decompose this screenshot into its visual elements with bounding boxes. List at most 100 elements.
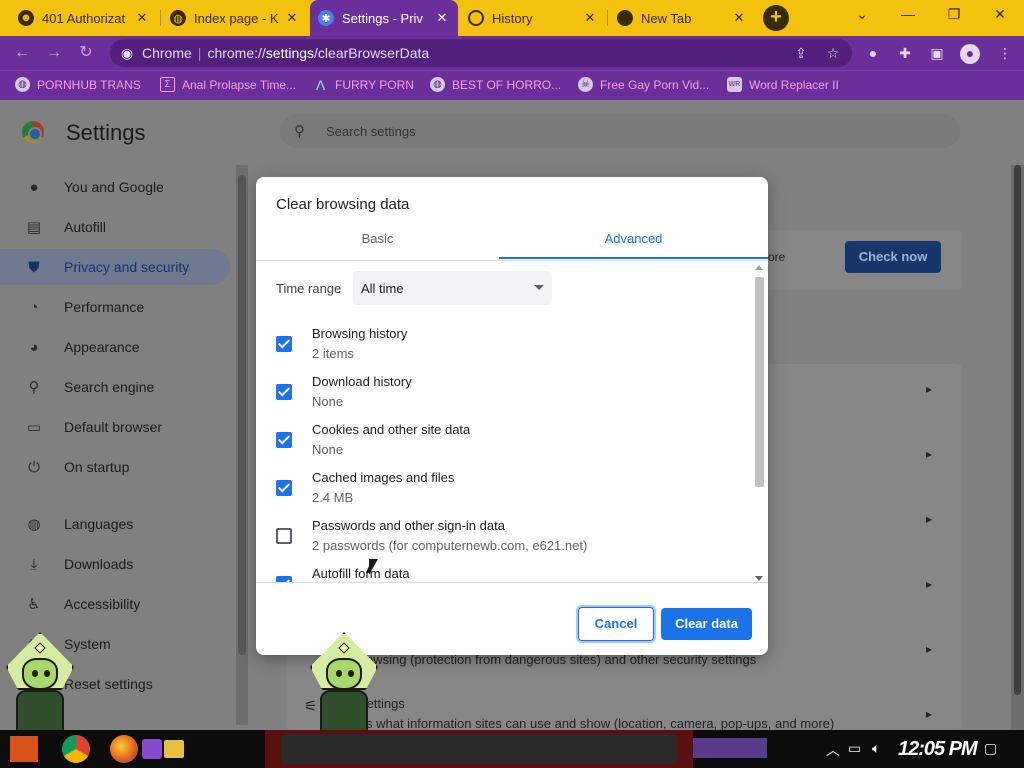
checkbox[interactable] [276, 336, 292, 352]
tab-401[interactable]: ☻ 401 Authorizat ✕ [10, 4, 158, 32]
clear-data-button[interactable]: Clear data [661, 608, 752, 640]
close-icon[interactable]: ✕ [731, 10, 747, 26]
scrollbar-thumb[interactable] [755, 277, 764, 487]
time-range-select[interactable]: All time [353, 271, 552, 305]
maximize-button[interactable]: ❐ [934, 6, 974, 23]
bookmark-star-icon[interactable]: ☆ [824, 44, 842, 62]
media-icon[interactable] [142, 739, 162, 759]
firefox-icon[interactable] [110, 735, 138, 763]
puzzle-icon[interactable]: ✚ [896, 44, 914, 62]
tab-settings[interactable]: ✱ Settings - Priv ✕ [310, 0, 458, 36]
sidebar-item-label: You and Google [64, 179, 164, 195]
side-panel-icon[interactable]: ▣ [928, 44, 946, 62]
chevron-right-icon[interactable]: ▸ [926, 642, 932, 656]
sidebar-item-on-startup[interactable]: ⏻ On startup [0, 449, 230, 485]
sidebar-item-appearance[interactable]: ◕ Appearance [0, 329, 230, 365]
sidebar-item-you-and-google[interactable]: ● You and Google [0, 169, 230, 205]
url-host: settings [265, 45, 315, 61]
close-icon[interactable]: ✕ [134, 10, 150, 26]
extension-avatar-icon[interactable]: ● [864, 44, 882, 62]
bookmark-item[interactable]: ☠ Free Gay Porn Vid... [578, 77, 709, 92]
share-icon[interactable]: ⇪ [792, 44, 810, 62]
scroll-down-arrow-icon[interactable] [755, 576, 763, 581]
notifications-icon[interactable]: ▢ [984, 740, 997, 757]
taskbar-decoration [693, 738, 767, 758]
chrome-icon[interactable] [62, 735, 90, 763]
tab-advanced[interactable]: Advanced [499, 231, 768, 246]
chevron-right-icon[interactable]: ▸ [926, 577, 932, 591]
tab-history[interactable]: History ✕ [460, 4, 606, 32]
new-tab-button[interactable]: + [763, 5, 789, 31]
dialog-scrollbar[interactable] [754, 265, 764, 581]
option-title: Cookies and other site data [312, 422, 471, 437]
tab-search-chevron-icon[interactable]: ⌄ [842, 6, 882, 23]
chevron-right-icon[interactable]: ▸ [926, 447, 932, 461]
chevron-right-icon[interactable]: ▸ [926, 512, 932, 526]
page-scrollbar[interactable] [1011, 165, 1024, 730]
tab-new-tab[interactable]: New Tab ✕ [609, 4, 755, 32]
network-icon[interactable]: ▭ [848, 740, 861, 757]
clear-browsing-data-dialog: Clear browsing data Basic Advanced Time … [256, 177, 768, 655]
mouse-cursor-icon [369, 559, 378, 575]
sidebar-item-languages[interactable]: ◍ Languages [0, 506, 230, 542]
chrome-site-icon[interactable]: ◉ [118, 44, 136, 62]
volume-icon[interactable]: 🔈︎ [872, 740, 880, 757]
minimize-button[interactable]: — [888, 6, 928, 22]
dialog-title: Clear browsing data [276, 196, 410, 213]
search-icon: ⚲ [28, 379, 40, 396]
close-icon[interactable]: ✕ [434, 10, 450, 26]
sidebar-item-accessibility[interactable]: ♿ Accessibility [0, 586, 230, 622]
option-browsing-history[interactable]: Browsing history 2 items [256, 325, 752, 373]
sidebar-scrollbar[interactable] [236, 165, 248, 725]
checkbox[interactable] [276, 528, 292, 544]
sidebar-item-search-engine[interactable]: ⚲ Search engine [0, 369, 230, 405]
bookmark-item[interactable]: Λ FURRY PORN [313, 77, 414, 93]
bookmark-item[interactable]: ◍ PORNHUB TRANS [15, 77, 141, 92]
tab-basic[interactable]: Basic [256, 231, 499, 246]
forward-arrow-icon[interactable]: → [43, 42, 65, 64]
checkbox[interactable] [276, 384, 292, 400]
chevron-right-icon[interactable]: ▸ [926, 382, 932, 396]
scroll-up-arrow-icon[interactable] [755, 265, 763, 270]
chevron-right-icon[interactable]: ▸ [926, 707, 932, 721]
taskbar-clock[interactable]: 12:05 PM [898, 738, 978, 761]
option-autofill[interactable]: Autofill form data [256, 565, 752, 582]
close-window-button[interactable]: ✕ [980, 6, 1020, 23]
tab-label: History [492, 10, 533, 26]
option-cookies[interactable]: Cookies and other site data None [256, 421, 752, 469]
menu-kebab-icon[interactable]: ⋮ [996, 44, 1014, 62]
option-cached-images[interactable]: Cached images and files 2.4 MB [256, 469, 752, 517]
sidebar-item-autofill[interactable]: ▤ Autofill [0, 209, 230, 245]
scrollbar-thumb[interactable] [1014, 165, 1021, 695]
checkbox[interactable] [276, 480, 292, 496]
close-icon[interactable]: ✕ [284, 10, 300, 26]
sidebar-item-performance[interactable]: ◔ Performance [0, 289, 230, 325]
tab-index-page[interactable]: ◍ Index page - K ✕ [162, 4, 308, 32]
address-bar[interactable]: ◉ Chrome | chrome://settings/clearBrowserD… [110, 39, 852, 67]
cancel-button[interactable]: Cancel [578, 607, 654, 641]
reload-icon[interactable]: ↻ [75, 42, 97, 64]
bookmark-item[interactable]: Σ Anal Prolapse Time... [160, 77, 296, 92]
scrollbar-thumb[interactable] [238, 175, 246, 655]
chrome-favicon-icon [617, 10, 633, 26]
bookmark-label: Word Replacer II [749, 77, 839, 92]
bookmark-item[interactable]: WR Word Replacer II [727, 77, 839, 92]
site-label: Chrome [142, 45, 192, 61]
sidebar-item-downloads[interactable]: ⤓ Downloads [0, 546, 230, 582]
profile-avatar-icon[interactable]: ● [960, 44, 980, 64]
tray-chevron-icon[interactable]: ︿ [826, 740, 840, 760]
check-now-button[interactable]: Check now [845, 241, 941, 273]
close-icon[interactable]: ✕ [582, 10, 598, 26]
search-settings-input[interactable]: ⚲ Search settings [280, 114, 960, 148]
option-download-history[interactable]: Download history None [256, 373, 752, 421]
sidebar-item-default-browser[interactable]: ▭ Default browser [0, 409, 230, 445]
folder-icon[interactable] [164, 740, 184, 758]
option-passwords[interactable]: Passwords and other sign-in data 2 passw… [256, 517, 752, 565]
start-icon[interactable] [10, 736, 38, 762]
checkbox[interactable] [276, 432, 292, 448]
back-arrow-icon[interactable]: ← [11, 42, 33, 64]
time-range-value: All time [361, 281, 404, 296]
sidebar-item-privacy-and-security[interactable]: ⛊ Privacy and security [0, 249, 230, 285]
bookmark-item[interactable]: ◍ BEST OF HORRO... [430, 77, 561, 92]
learn-more-text: ore [768, 250, 786, 264]
